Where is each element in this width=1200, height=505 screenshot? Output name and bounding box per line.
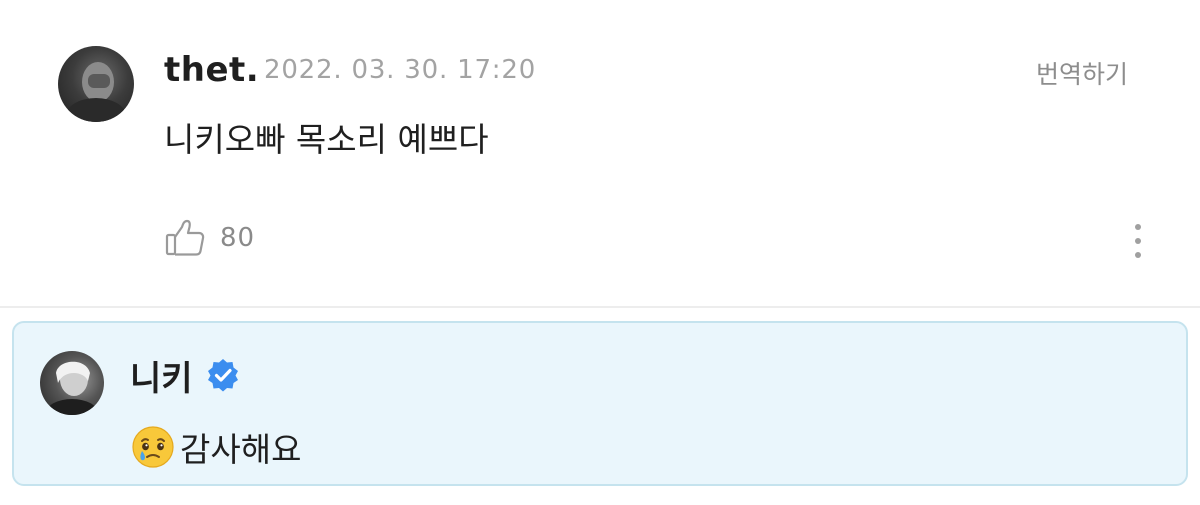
reply-body: 감사해요	[130, 423, 301, 471]
comment-thread: thet. 2022. 03. 30. 17:20 번역하기 니키오빠 목소리 …	[0, 0, 1200, 505]
reply-text: 감사해요	[180, 430, 302, 469]
face-holding-back-tears-emoji-icon	[130, 424, 176, 470]
comment-timestamp: 2022. 03. 30. 17:20	[264, 55, 537, 85]
vertical-ellipsis-icon[interactable]	[1128, 222, 1148, 260]
comment: thet. 2022. 03. 30. 17:20 번역하기 니키오빠 목소리 …	[0, 0, 1200, 308]
reply-author-name[interactable]: 니키	[130, 351, 193, 400]
thumbs-up-icon[interactable]	[164, 218, 206, 258]
commenter-avatar[interactable]	[58, 46, 134, 122]
comment-body: 니키오빠 목소리 예쁘다	[164, 120, 489, 159]
like-count: 80	[220, 223, 256, 253]
commenter-name[interactable]: thet.	[164, 50, 259, 90]
verified-badge-icon	[205, 357, 241, 393]
divider	[0, 306, 1200, 308]
artist-reply: 니키 감사해요	[12, 321, 1188, 486]
reply-avatar[interactable]	[40, 351, 104, 415]
translate-button[interactable]: 번역하기	[1036, 55, 1128, 91]
